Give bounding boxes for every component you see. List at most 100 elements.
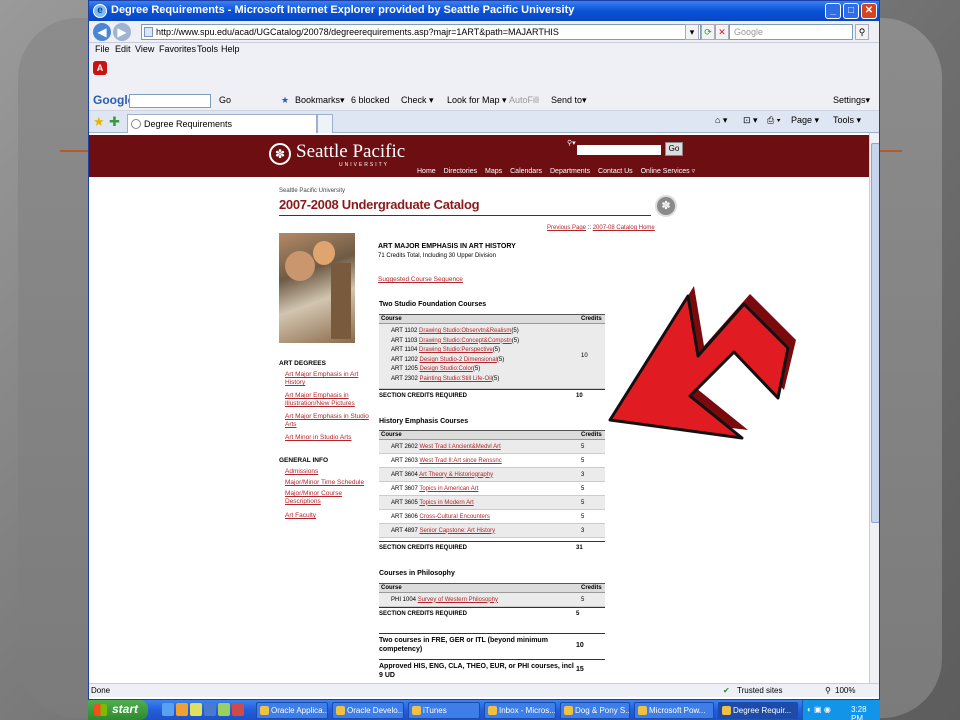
tray-icons[interactable]: ◐ ▣ ◉ (807, 705, 831, 714)
sidebar-link-course-descriptions[interactable]: Major/Minor Course Descriptions (285, 490, 371, 506)
menu-view[interactable]: View (135, 44, 154, 54)
nav-home[interactable]: Home (417, 168, 436, 175)
quicklaunch-app2-icon[interactable] (232, 703, 244, 716)
nav-calendars[interactable]: Calendars (510, 168, 542, 175)
address-dropdown-button[interactable]: ▾ (685, 24, 699, 40)
sidebar-link-art-faculty[interactable]: Art Faculty (285, 512, 371, 520)
taskbar-item-oracle-applications[interactable]: Oracle Applica... (256, 702, 328, 719)
quicklaunch-ie-icon[interactable] (162, 703, 174, 716)
sidebar-link-art-minor[interactable]: Art Minor in Studio Arts (285, 434, 371, 442)
search-icon[interactable]: ⚲ (855, 24, 869, 40)
course-link[interactable]: Senior Capstone: Art History (419, 528, 495, 534)
course-link[interactable]: Drawing Studio:Observtn&Realism (419, 328, 511, 334)
look-for-map-button[interactable]: Look for Map ▾ (447, 95, 507, 106)
course-link[interactable]: Drawing Studio:Concept&Compstn (419, 338, 512, 344)
course-link[interactable]: Design Studio-2 Dimensional (419, 357, 496, 363)
menu-file[interactable]: File (95, 44, 110, 54)
course-credits: (5) (511, 337, 520, 344)
sidebar-link-admissions[interactable]: Admissions (285, 468, 371, 476)
start-button[interactable]: start (88, 700, 148, 720)
google-go-button[interactable]: Go (219, 95, 231, 105)
course-link[interactable]: Cross-Cultural Encounters (419, 514, 489, 520)
add-favorites-icon[interactable]: ✚ (109, 114, 120, 130)
menu-edit[interactable]: Edit (115, 44, 131, 54)
menu-help[interactable]: Help (221, 44, 240, 54)
course-link[interactable]: Topics in American Art (419, 486, 478, 492)
search-options-icon[interactable]: ⚲▾ (567, 139, 576, 147)
back-button[interactable]: ◀ (93, 23, 111, 41)
course-line: ART 1104 Drawing Studio:Perspective(5) (391, 346, 577, 356)
tools-menu-button[interactable]: Tools ▾ (833, 115, 861, 126)
spellcheck-button[interactable]: Check ▾ (401, 95, 434, 106)
catalog-home-link[interactable]: 2007-08 Catalog Home (593, 225, 655, 231)
course-link[interactable]: Design Studio:Color (419, 366, 472, 372)
taskbar-item-degree-requirements[interactable]: Degree Requir... (718, 702, 798, 719)
nav-departments[interactable]: Departments (550, 168, 590, 175)
course-link[interactable]: Topics in Modern Art (419, 500, 473, 506)
taskbar-item-inbox[interactable]: Inbox - Micros... (484, 702, 556, 719)
new-tab-button[interactable] (317, 114, 333, 133)
autofill-button[interactable]: AutoFill (509, 95, 539, 105)
feeds-icon[interactable]: ⊡ ▾ (743, 115, 758, 126)
quicklaunch-desktop-icon[interactable] (204, 703, 216, 716)
close-button[interactable]: ✕ (861, 3, 877, 19)
nav-directories[interactable]: Directories (444, 168, 477, 175)
quicklaunch-outlook-icon[interactable] (176, 703, 188, 716)
sidebar-link-illustration[interactable]: Art Major Emphasis in Illustration/New P… (285, 392, 371, 408)
taskbar-item-powerpoint[interactable]: Microsoft Pow... (634, 702, 714, 719)
sidebar-link-studio-arts[interactable]: Art Major Emphasis in Studio Arts (285, 413, 371, 429)
previous-page-link[interactable]: Previous Page (547, 225, 586, 231)
maximize-button[interactable]: □ (843, 3, 859, 19)
taskbar-item-dog-pony[interactable]: Dog & Pony S... (560, 702, 630, 719)
nav-online-services[interactable]: Online Services ▿ (641, 168, 695, 175)
forward-button[interactable]: ▶ (113, 23, 131, 41)
page-menu-button[interactable]: Page ▾ (791, 115, 819, 126)
sidebar-link-time-schedule[interactable]: Major/Minor Time Schedule (285, 479, 371, 487)
menu-tools[interactable]: Tools (197, 44, 218, 54)
course-link[interactable]: Drawing Studio:Perspective (419, 347, 493, 353)
course-link[interactable]: West Trad I:Ancient&Medvl Art (419, 444, 500, 450)
course-link[interactable]: Art Theory & Historiography (419, 472, 493, 478)
course-cell: ART 3604 Art Theory & Historiography (379, 467, 579, 482)
nav-contact-us[interactable]: Contact Us (598, 168, 633, 175)
print-icon[interactable]: ⎙ ▾ (767, 115, 780, 126)
quicklaunch-folder-icon[interactable] (190, 703, 202, 716)
settings-button[interactable]: Settings▾ (833, 95, 870, 106)
address-bar[interactable]: http://www.spu.edu/acad/UGCatalog/20078/… (141, 24, 701, 40)
site-logo-text[interactable]: Seattle Pacific (296, 141, 405, 163)
clock: 3:28 PM (851, 705, 867, 720)
course-link[interactable]: West Trad II:Art since Renssnc (419, 458, 501, 464)
nav-maps[interactable]: Maps (485, 168, 502, 175)
site-go-button[interactable]: Go (665, 142, 683, 156)
minimize-button[interactable]: _ (825, 3, 841, 19)
popups-blocked-button[interactable]: 6 blocked (351, 95, 390, 105)
vertical-scrollbar[interactable] (869, 133, 879, 683)
taskbar-item-itunes[interactable]: iTunes (408, 702, 480, 719)
studio-course-list: ART 1102 Drawing Studio:Observtn&Realism… (379, 323, 579, 389)
google-search-input[interactable] (129, 94, 211, 108)
menu-favorites[interactable]: Favorites (159, 44, 196, 54)
col-course: Course (379, 314, 579, 324)
col-course: Course (379, 430, 579, 440)
course-cell: ART 2603 West Trad II:Art since Renssnc (379, 453, 579, 468)
site-search-input[interactable] (577, 145, 661, 155)
bookmarks-button[interactable]: Bookmarks▾ (295, 95, 345, 106)
acrobat-icon[interactable]: A (93, 61, 107, 75)
zoom-icon[interactable]: ⚲ (825, 686, 831, 695)
zoom-level[interactable]: 100% (835, 686, 855, 695)
scrollbar-thumb[interactable] (871, 143, 879, 523)
stop-icon[interactable]: ✕ (715, 24, 729, 40)
send-to-button[interactable]: Send to▾ (551, 95, 587, 106)
suggested-sequence-link[interactable]: Suggested Course Sequence (378, 276, 463, 283)
home-icon[interactable]: ⌂ ▾ (715, 115, 727, 126)
quicklaunch-app-icon[interactable] (218, 703, 230, 716)
students-photo (279, 233, 355, 343)
course-link[interactable]: Survey of Western Philosophy (418, 597, 498, 603)
refresh-icon[interactable]: ⟳ (701, 24, 715, 40)
search-input[interactable]: Google (729, 24, 853, 40)
tab-degree-requirements[interactable]: Degree Requirements (127, 114, 317, 133)
favorites-star-icon[interactable]: ★ (93, 114, 105, 130)
course-link[interactable]: Painting Studio:Still Life-Oil (419, 376, 491, 382)
taskbar-item-oracle-developer[interactable]: Oracle Develo... (332, 702, 404, 719)
sidebar-link-art-history[interactable]: Art Major Emphasis in Art History (285, 371, 371, 387)
